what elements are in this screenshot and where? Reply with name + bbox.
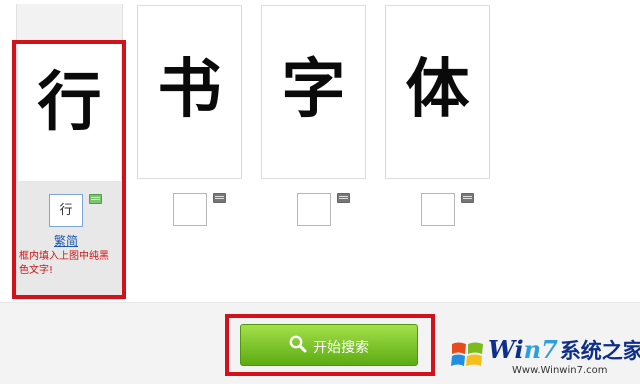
keyboard-icon[interactable] [213, 193, 226, 203]
watermark-url: Www.Winwin7.com [512, 365, 608, 376]
char-input-4[interactable] [421, 193, 455, 226]
char-input-2[interactable] [173, 193, 207, 226]
calligraphy-card-3: 字 [261, 5, 366, 179]
calligraphy-glyph-3: 字 [281, 52, 346, 127]
calligraphy-glyph-2: 书 [157, 52, 222, 127]
calligraphy-card-4: 体 [385, 5, 490, 179]
search-icon [289, 335, 307, 353]
calligraphy-glyph-4: 体 [405, 52, 470, 127]
win7-watermark: Win7系统之家 Www.Winwin7.com [448, 335, 640, 380]
keyboard-icon[interactable] [461, 193, 474, 203]
watermark-prefix: Wi [488, 335, 524, 364]
windows-flag-icon [451, 342, 483, 366]
calligraphy-card-2: 书 [137, 5, 242, 179]
watermark-accent: n7 [523, 335, 558, 364]
watermark-brand: Win7系统之家 [488, 335, 640, 365]
keyboard-icon[interactable] [337, 193, 350, 203]
start-search-button[interactable]: 开始搜索 [240, 324, 418, 366]
highlight-frame-column-1 [12, 40, 126, 299]
start-search-label: 开始搜索 [313, 340, 369, 356]
char-input-3[interactable] [297, 193, 331, 226]
watermark-cn: 系统之家 [559, 339, 640, 363]
